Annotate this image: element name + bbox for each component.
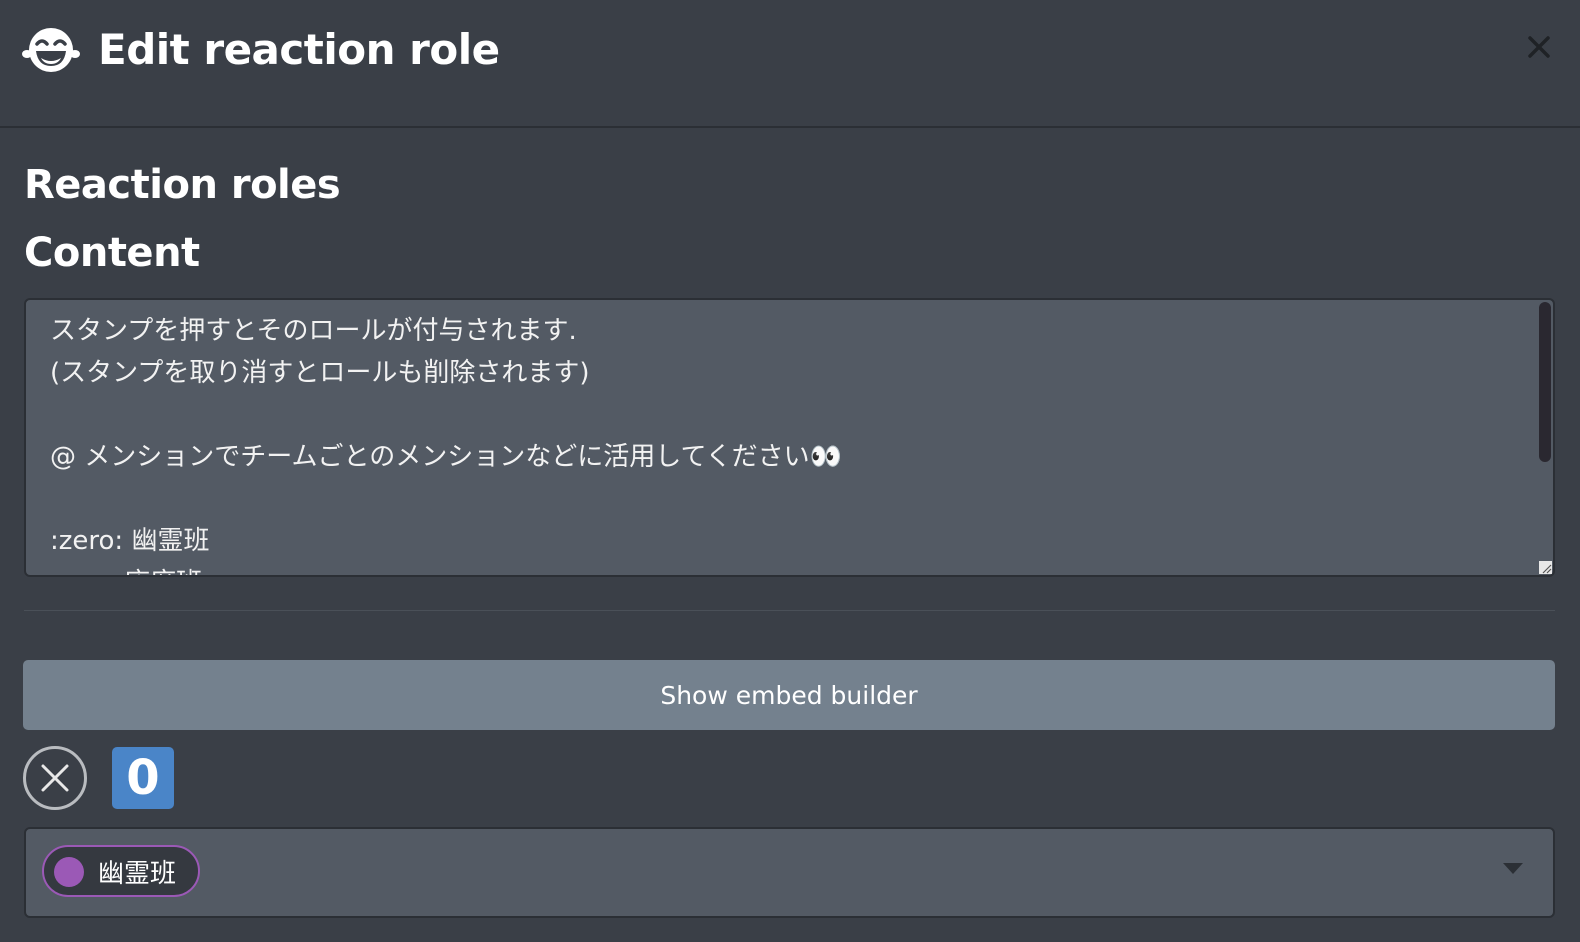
- divider: [24, 610, 1555, 611]
- role-chip-label: 幽霊班: [98, 858, 177, 889]
- content-heading: Content: [24, 230, 200, 276]
- role-select[interactable]: 幽霊班: [24, 827, 1555, 918]
- modal-header: Edit reaction role: [0, 0, 1580, 128]
- close-icon[interactable]: [1524, 32, 1554, 62]
- chevron-down-icon[interactable]: [1503, 863, 1523, 874]
- selected-role-chip[interactable]: 幽霊班: [42, 845, 201, 897]
- zero-emoji-button[interactable]: 0: [112, 747, 174, 809]
- remove-reaction-button[interactable]: [23, 746, 87, 810]
- laughing-face-icon: [22, 24, 80, 76]
- edit-reaction-role-modal: Edit reaction role Reaction roles Conten…: [0, 0, 1580, 942]
- reaction-roles-heading: Reaction roles: [24, 162, 341, 208]
- role-color-dot: [54, 857, 84, 887]
- show-embed-builder-button[interactable]: Show embed builder: [23, 660, 1555, 730]
- content-textarea[interactable]: スタンプを押すとそのロールが付与されます. (スタンプを取り消すとロールも削除さ…: [24, 298, 1555, 577]
- close-circle-icon: [41, 764, 69, 792]
- modal-title: Edit reaction role: [98, 25, 500, 74]
- resize-grip-icon[interactable]: [1539, 561, 1552, 574]
- content-text[interactable]: スタンプを押すとそのロールが付与されます. (スタンプを取り消すとロールも削除さ…: [50, 310, 1523, 575]
- textarea-scrollbar[interactable]: [1539, 302, 1551, 462]
